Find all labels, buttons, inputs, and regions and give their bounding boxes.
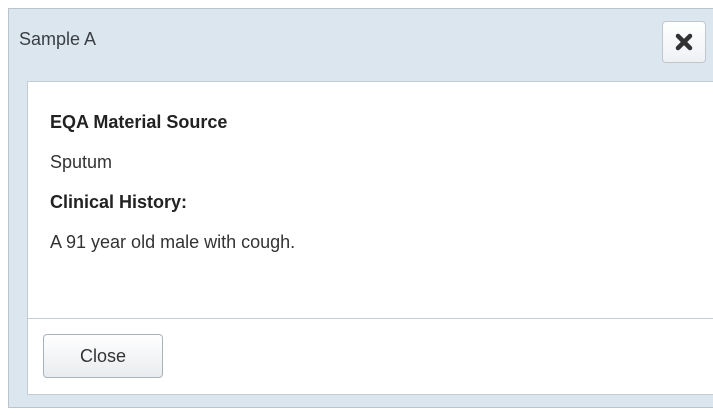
dialog-titlebar: Sample A xyxy=(9,9,713,71)
close-x-icon xyxy=(675,33,693,51)
dialog-body: EQA Material Source Sputum Clinical Hist… xyxy=(27,81,713,318)
close-button[interactable]: Close xyxy=(43,334,163,378)
dialog-title: Sample A xyxy=(19,29,97,49)
sample-dialog: Sample A EQA Material Source Sputum Clin… xyxy=(8,8,713,408)
dialog-close-x-button[interactable] xyxy=(662,21,706,63)
material-source-value: Sputum xyxy=(50,152,113,172)
clinical-history-label: Clinical History: xyxy=(50,192,188,212)
clinical-history-value: A 91 year old male with cough. xyxy=(50,232,296,252)
material-source-label: EQA Material Source xyxy=(50,112,228,132)
dialog-footer: Close xyxy=(27,318,713,395)
